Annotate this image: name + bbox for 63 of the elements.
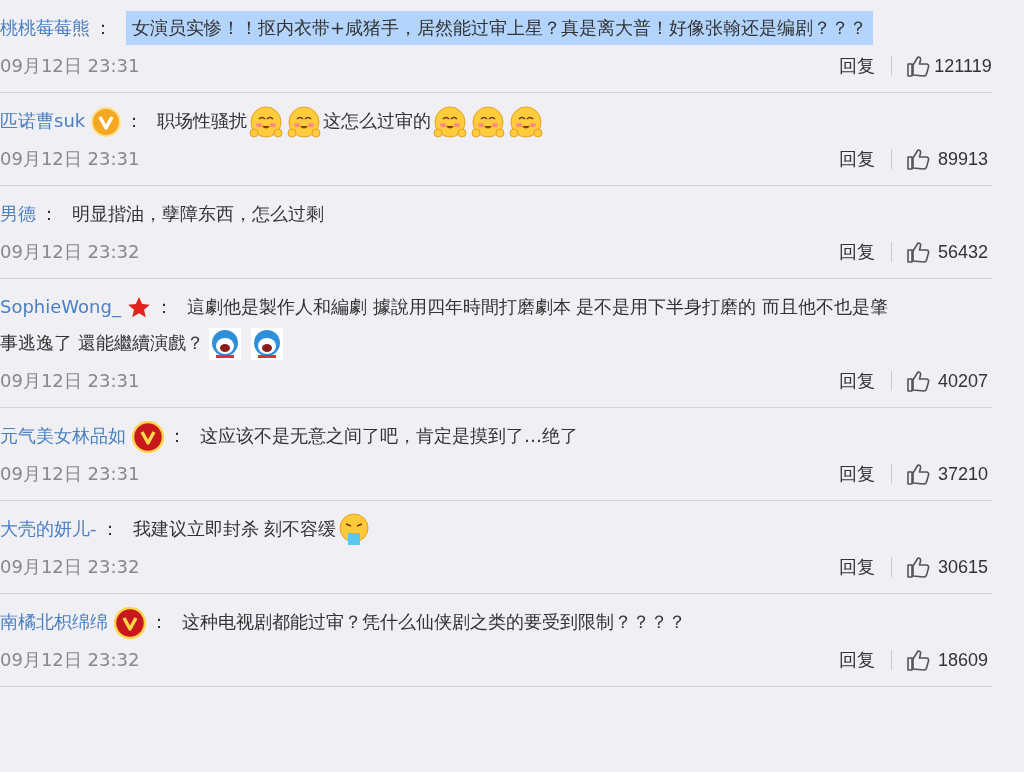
thumbs-up-icon bbox=[906, 147, 930, 171]
verified-badge-icon bbox=[91, 107, 122, 137]
comment-text: 事逃逸了 還能繼續演戲？ bbox=[0, 331, 204, 355]
reply-button[interactable]: 回复 bbox=[839, 240, 875, 264]
timestamp: 09月12日 23:31 bbox=[0, 369, 141, 393]
thumbs-up-icon bbox=[906, 240, 930, 264]
cartoon-face-icon bbox=[249, 327, 284, 361]
reply-button[interactable]: 回复 bbox=[839, 462, 875, 486]
verified-badge-icon bbox=[132, 421, 164, 453]
username-link[interactable]: SophieWong_ bbox=[0, 296, 121, 317]
colon: ： bbox=[154, 296, 173, 317]
colon: ： bbox=[40, 203, 58, 224]
username-link[interactable]: 桃桃莓莓熊 bbox=[0, 17, 90, 38]
cartoon-face-icon bbox=[207, 327, 242, 361]
colon: ： bbox=[150, 611, 168, 632]
blush-emoji-icon bbox=[509, 105, 544, 139]
timestamp: 09月12日 23:32 bbox=[0, 648, 141, 672]
colon: ： bbox=[168, 425, 186, 446]
thumbs-up-icon bbox=[906, 369, 930, 393]
like-button[interactable]: 56432 bbox=[906, 240, 992, 264]
reply-button[interactable]: 回复 bbox=[839, 369, 875, 393]
comment-text: 这种电视剧都能过审？凭什么仙侠剧之类的要受到限制？？？？ bbox=[182, 610, 686, 634]
timestamp: 09月12日 23:31 bbox=[0, 54, 141, 78]
comment-text: 明显揩油，孽障东西，怎么过剩 bbox=[72, 202, 324, 226]
colon: ： bbox=[94, 17, 112, 38]
like-button[interactable]: 37210 bbox=[906, 462, 992, 486]
vomit-emoji-icon bbox=[338, 513, 371, 547]
thumbs-up-icon bbox=[906, 54, 930, 78]
timestamp: 09月12日 23:32 bbox=[0, 240, 141, 264]
like-button[interactable]: 30615 bbox=[906, 555, 992, 579]
comment-text: 我建议立即封杀 刻不容缓 bbox=[132, 517, 337, 541]
username-link[interactable]: 大壳的妍儿- bbox=[0, 518, 97, 539]
colon: ： bbox=[125, 110, 144, 131]
like-button[interactable]: 121119 bbox=[906, 54, 992, 78]
blush-emoji-icon bbox=[287, 105, 322, 139]
thumbs-up-icon bbox=[906, 555, 930, 579]
like-button[interactable]: 40207 bbox=[906, 369, 992, 393]
blush-emoji-icon bbox=[471, 105, 506, 139]
reply-button[interactable]: 回复 bbox=[839, 648, 875, 672]
like-button[interactable]: 18609 bbox=[906, 648, 992, 672]
colon: ： bbox=[100, 518, 119, 539]
reply-button[interactable]: 回复 bbox=[839, 147, 875, 171]
thumbs-up-icon bbox=[906, 648, 930, 672]
blush-emoji-icon bbox=[249, 105, 284, 139]
username-link[interactable]: 元气美女林品如 bbox=[0, 425, 126, 446]
username-link[interactable]: 南橘北枳绵绵 bbox=[0, 611, 108, 632]
thumbs-up-icon bbox=[906, 462, 930, 486]
verified-badge-icon bbox=[114, 607, 146, 639]
username-link[interactable]: 匹诺曹suk bbox=[0, 110, 86, 131]
blush-emoji-icon bbox=[433, 105, 468, 139]
timestamp: 09月12日 23:31 bbox=[0, 462, 141, 486]
comment-text: 这怎么过审的 bbox=[323, 109, 432, 133]
comment-text: 女演员实惨！！抠内衣带+咸猪手，居然能过审上星？真是离大普！好像张翰还是编剧？？？ bbox=[126, 11, 874, 45]
reply-button[interactable]: 回复 bbox=[839, 54, 875, 78]
comment-text: 这应该不是无意之间了吧，肯定是摸到了…绝了 bbox=[200, 424, 578, 448]
reply-button[interactable]: 回复 bbox=[839, 555, 875, 579]
comment-text: 這劇他是製作人和編劇 據說用四年時間打磨劇本 是不是用下半身打磨的 而且他不也是肇 bbox=[186, 295, 889, 319]
star-badge-icon bbox=[126, 296, 151, 320]
timestamp: 09月12日 23:31 bbox=[0, 147, 141, 171]
comment-text: 职场性骚扰 bbox=[157, 109, 248, 133]
like-button[interactable]: 89913 bbox=[906, 147, 992, 171]
username-link[interactable]: 男德 bbox=[0, 203, 36, 224]
timestamp: 09月12日 23:32 bbox=[0, 555, 141, 579]
